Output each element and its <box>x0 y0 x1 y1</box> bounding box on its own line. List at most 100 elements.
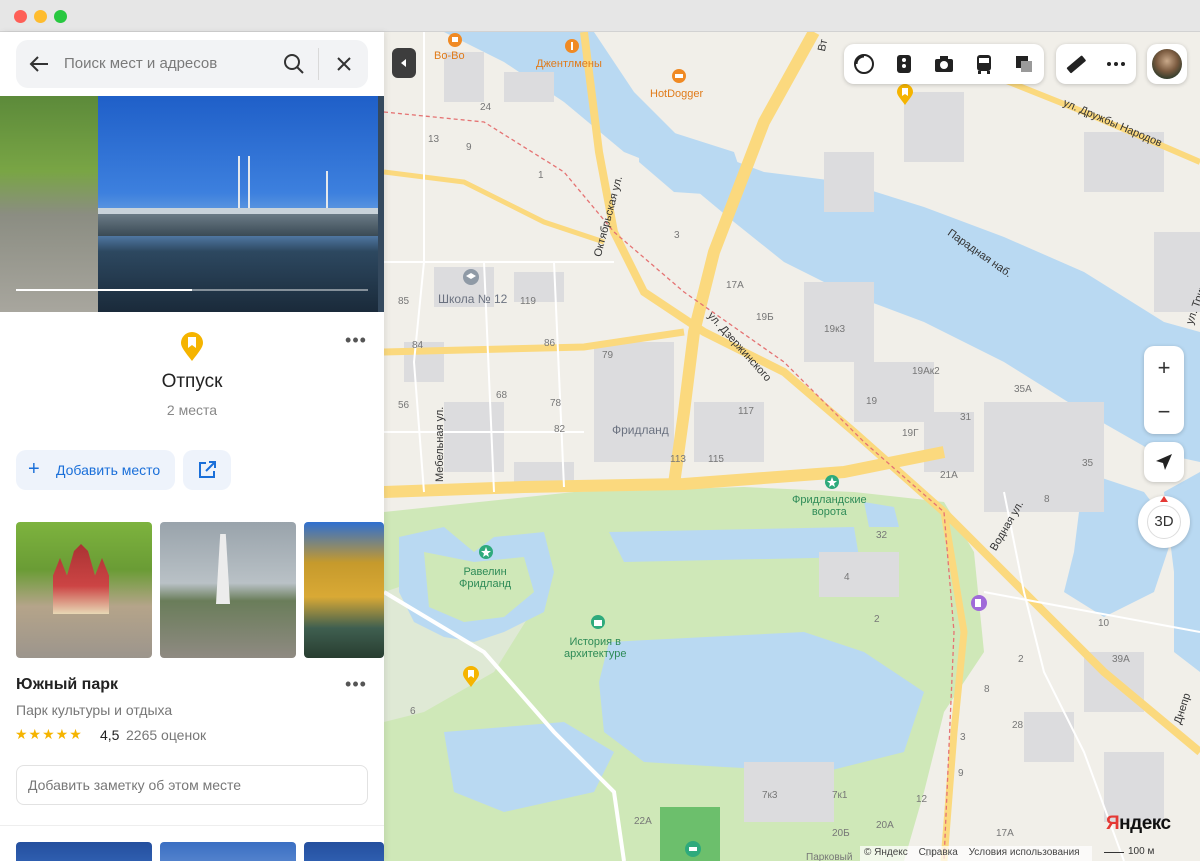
my-location-button[interactable] <box>1144 442 1184 482</box>
search-icon[interactable] <box>282 52 306 76</box>
place-photo[interactable] <box>16 522 152 658</box>
house-number: 20Б <box>832 828 850 839</box>
house-number: 19 <box>866 396 878 407</box>
bridge-pole <box>238 156 240 214</box>
house-number: 24 <box>480 102 492 113</box>
poi-ravelin[interactable]: Равелин Фридланд <box>459 566 511 590</box>
collapse-sidebar-button[interactable] <box>392 48 416 78</box>
collection-title: Отпуск <box>161 371 223 392</box>
terms-link[interactable]: Условия использования <box>969 847 1080 858</box>
place-photo[interactable] <box>160 842 296 861</box>
house-number: 1 <box>538 170 544 181</box>
church-shape <box>53 544 109 614</box>
bookmark-marker-icon <box>181 332 203 361</box>
ruler-icon[interactable] <box>1064 52 1088 76</box>
place-photo[interactable] <box>304 522 384 658</box>
house-number: 84 <box>412 340 424 351</box>
bookmark-marker-icon[interactable] <box>896 84 914 106</box>
house-number: 19к3 <box>824 324 846 335</box>
avatar[interactable] <box>1147 44 1187 84</box>
yandex-logo[interactable]: Яндекс <box>1106 813 1171 835</box>
carousel-photo[interactable] <box>0 96 98 312</box>
plus-icon: + <box>28 458 40 480</box>
fastfood-icon[interactable] <box>671 68 687 84</box>
cafe-icon[interactable] <box>447 32 463 48</box>
close-window-button[interactable] <box>14 10 27 23</box>
house-number: 4 <box>844 572 850 583</box>
house-number: 8 <box>1044 494 1050 505</box>
house-number: 9 <box>958 768 964 779</box>
camera-icon[interactable] <box>932 52 956 76</box>
house-number: 85 <box>398 296 410 307</box>
place-category: Парк культуры и отдыха <box>16 702 173 718</box>
school-icon[interactable] <box>462 268 480 286</box>
house-number: 17А <box>726 280 744 291</box>
note-input[interactable]: Добавить заметку об этом месте <box>16 765 368 805</box>
close-icon[interactable] <box>332 52 356 76</box>
house-number: 119 <box>520 296 536 307</box>
fuel-station-icon[interactable] <box>970 594 988 612</box>
add-place-label: Добавить место <box>56 462 161 478</box>
map-graphics <box>384 32 1200 861</box>
rating-stars: ★★★★★ <box>15 726 83 742</box>
layers-icon[interactable] <box>1012 52 1036 76</box>
3d-mode-button[interactable]: 3D <box>1138 496 1190 548</box>
avatar-image <box>1152 49 1182 79</box>
museum-icon[interactable] <box>590 614 606 630</box>
search-input[interactable]: Поиск мест и адресов <box>64 55 217 72</box>
poi-dzhentlmeny[interactable]: Джентлмены <box>536 58 602 70</box>
house-number: 3 <box>674 230 680 241</box>
water-basin <box>639 122 749 197</box>
house-number: 35 <box>1082 458 1094 469</box>
house-number: 7к3 <box>762 790 778 801</box>
external-link-icon <box>199 461 216 478</box>
reviews-count[interactable]: 2265 оценок <box>126 727 206 743</box>
poi-school[interactable]: Школа № 12 <box>438 292 507 306</box>
place-photo[interactable] <box>16 842 152 861</box>
back-arrow-icon[interactable] <box>26 52 52 76</box>
zoom-in-button[interactable]: + <box>1144 346 1184 390</box>
house-number: 56 <box>398 400 410 411</box>
traffic-icon[interactable] <box>892 52 916 76</box>
scale-label: 100 м <box>1128 846 1155 857</box>
photo-carousel[interactable] <box>0 96 384 312</box>
share-button[interactable] <box>183 450 231 490</box>
map-layers-toolbar <box>844 44 1044 84</box>
poi-fridland-gates[interactable]: Фридландские ворота <box>792 494 867 518</box>
stadium-icon[interactable] <box>684 840 702 858</box>
help-link[interactable]: Справка <box>919 847 958 858</box>
bridge-pole <box>248 156 250 214</box>
house-number: 2 <box>874 614 880 625</box>
bookmark-marker-icon[interactable] <box>462 666 480 688</box>
place-photo[interactable] <box>304 842 384 861</box>
carousel-photo[interactable] <box>378 96 384 312</box>
house-number: 21А <box>940 470 958 481</box>
chevron-left-icon <box>401 59 406 67</box>
poi-history[interactable]: История в архитектуре <box>564 636 627 660</box>
poi-hotdogger[interactable]: HotDogger <box>650 88 703 100</box>
house-number: 39А <box>1112 654 1130 665</box>
maximize-window-button[interactable] <box>54 10 67 23</box>
place-more-icon[interactable]: ••• <box>344 675 368 696</box>
restaurant-icon[interactable] <box>564 38 580 54</box>
landmark-star-icon[interactable] <box>478 544 494 560</box>
map-style-icon[interactable] <box>852 52 876 76</box>
place-title[interactable]: Южный парк <box>16 676 118 694</box>
map-canvas[interactable]: Bo-Bo Джентлмены HotDogger Школа № 12 Фр… <box>384 32 1200 861</box>
collection-more-icon[interactable]: ••• <box>344 331 368 354</box>
carousel-photo[interactable] <box>98 96 378 312</box>
zoom-out-button[interactable]: − <box>1144 390 1184 434</box>
poi-bobo[interactable]: Bo-Bo <box>434 50 465 62</box>
transit-bus-icon[interactable] <box>972 52 996 76</box>
place-photo[interactable] <box>160 522 296 658</box>
poi-fridland[interactable]: Фридланд <box>612 423 669 437</box>
poi-parkovy[interactable]: Парковый <box>806 852 852 861</box>
yandex-logo-rest: ндекс <box>1119 813 1171 834</box>
more-icon[interactable] <box>1104 52 1128 76</box>
landmark-star-icon[interactable] <box>824 474 840 490</box>
copyright-link[interactable]: © Яндекс <box>864 847 908 858</box>
add-place-button[interactable]: + Добавить место <box>16 450 175 490</box>
house-number: 6 <box>410 706 416 717</box>
search-bar: Поиск мест и адресов <box>16 40 368 88</box>
minimize-window-button[interactable] <box>34 10 47 23</box>
